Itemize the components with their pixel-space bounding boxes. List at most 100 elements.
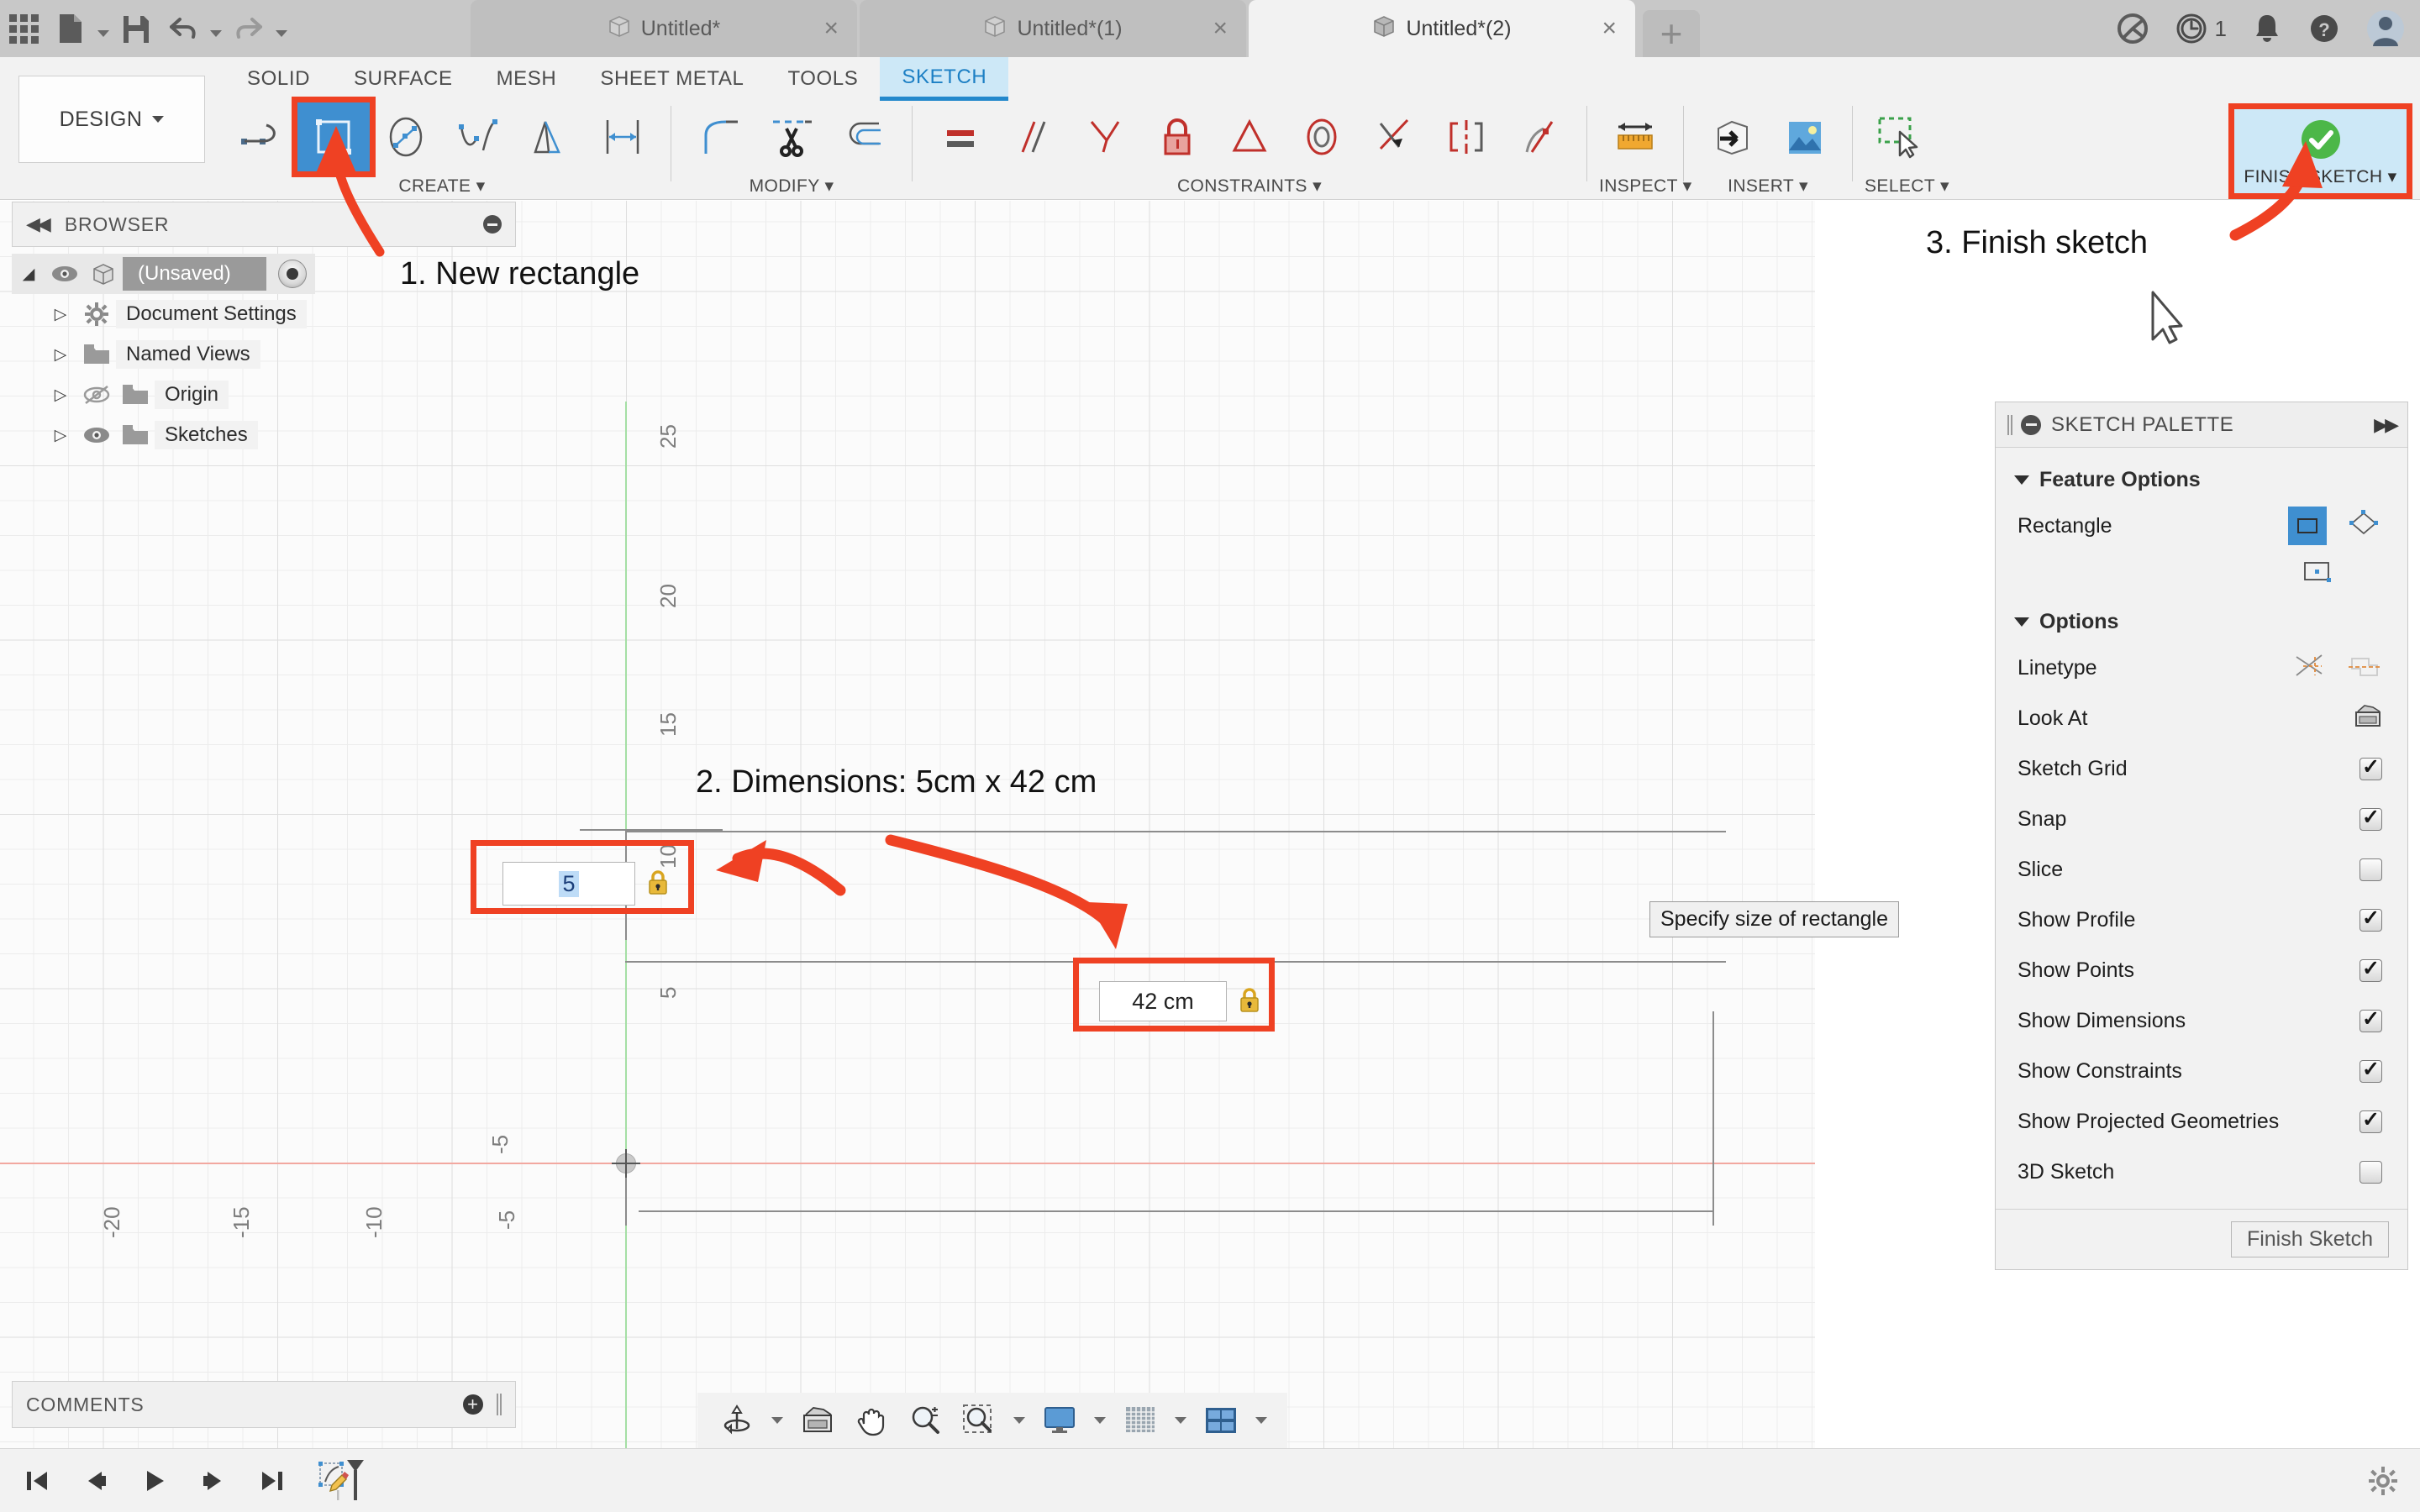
offset-tool[interactable] — [828, 102, 900, 171]
show-dimensions-checkbox[interactable] — [2360, 1009, 2382, 1032]
notifications-bell-icon[interactable] — [2252, 12, 2282, 45]
help-icon[interactable]: ? — [2307, 12, 2341, 45]
tree-item-origin[interactable]: ▷ Origin — [12, 375, 516, 415]
ribbon-group-constraints-label[interactable]: CONSTRAINTS ▾ — [924, 176, 1575, 197]
width-dimension-input[interactable]: 42 cm — [1099, 981, 1227, 1021]
step-back-icon[interactable] — [77, 1462, 114, 1499]
new-file-icon[interactable] — [47, 0, 94, 57]
tab-surface[interactable]: SURFACE — [332, 57, 475, 101]
polygon-tool[interactable] — [514, 102, 587, 171]
display-dropdown-caret[interactable] — [1089, 1396, 1111, 1445]
palette-expand-icon[interactable]: ▶▶ — [2374, 414, 2399, 436]
tree-item-named-views[interactable]: ▷ Named Views — [12, 334, 516, 375]
ribbon-group-modify-label[interactable]: MODIFY ▾ — [683, 176, 900, 197]
drag-grip-icon[interactable] — [2007, 414, 2012, 435]
orbit-dropdown-caret[interactable] — [766, 1396, 788, 1445]
dimension-tool[interactable] — [587, 102, 659, 171]
tangent-constraint[interactable] — [1213, 102, 1286, 171]
document-tab-1[interactable]: Untitled*(1) × — [860, 0, 1246, 57]
grid-snaps-icon[interactable] — [1116, 1396, 1165, 1445]
tree-item-unsaved[interactable]: ◢ (Unsaved) — [12, 254, 315, 294]
expand-arrow-icon[interactable]: ▷ — [44, 386, 77, 405]
display-settings-icon[interactable] — [1035, 1396, 1084, 1445]
width-dimension-field-group[interactable]: 42 cm — [1099, 981, 1262, 1021]
equal-constraint[interactable] — [924, 102, 997, 171]
orbit-icon[interactable] — [713, 1396, 761, 1445]
expand-arrow-icon[interactable]: ▷ — [44, 345, 77, 365]
lock-icon[interactable] — [645, 869, 671, 900]
rectangle-2point-icon[interactable] — [2288, 507, 2327, 545]
viewports-dropdown-caret[interactable] — [1250, 1396, 1272, 1445]
redo-icon[interactable] — [225, 0, 272, 57]
jump-to-end-icon[interactable] — [254, 1462, 291, 1499]
circle-tool[interactable] — [370, 102, 442, 171]
section-feature-options[interactable]: Feature Options — [1996, 456, 2407, 501]
look-at-icon[interactable] — [793, 1396, 842, 1445]
zoom-dropdown-caret[interactable] — [1008, 1396, 1030, 1445]
document-tab-2[interactable]: Untitled*(2) × — [1249, 0, 1635, 57]
step-forward-icon[interactable] — [195, 1462, 232, 1499]
insert-derive-tool[interactable] — [1696, 102, 1768, 171]
palette-finish-sketch-button[interactable]: Finish Sketch — [2230, 1221, 2389, 1257]
activate-component-radio[interactable] — [277, 260, 307, 288]
comments-resize-grip[interactable] — [497, 1394, 502, 1415]
extensions-icon[interactable] — [2116, 12, 2149, 45]
midpoint-constraint[interactable] — [1358, 102, 1430, 171]
rectangle-tool[interactable] — [292, 97, 376, 177]
jump-to-beginning-icon[interactable] — [18, 1462, 55, 1499]
viewports-icon[interactable] — [1197, 1396, 1245, 1445]
tab-tools[interactable]: TOOLS — [765, 57, 880, 101]
undo-dropdown-caret[interactable] — [207, 0, 225, 57]
save-icon[interactable] — [113, 0, 160, 57]
fix-lock-constraint[interactable] — [1141, 102, 1213, 171]
3d-sketch-checkbox[interactable] — [2360, 1160, 2382, 1184]
measure-tool[interactable] — [1599, 102, 1671, 171]
ribbon-group-create-label[interactable]: CREATE ▾ — [225, 176, 659, 197]
lock-icon[interactable] — [1237, 986, 1262, 1017]
grid-dropdown-caret[interactable] — [1170, 1396, 1192, 1445]
user-avatar-icon[interactable] — [2366, 9, 2405, 48]
sketch-timeline-item-icon[interactable] — [313, 1456, 371, 1506]
tab-sketch[interactable]: SKETCH — [880, 57, 1009, 101]
browser-minimize-icon[interactable] — [483, 215, 502, 234]
concentric-constraint[interactable] — [1286, 102, 1358, 171]
visibility-hidden-eye-icon[interactable] — [77, 385, 116, 405]
slice-checkbox[interactable] — [2360, 858, 2382, 881]
play-icon[interactable] — [136, 1462, 173, 1499]
tree-item-document-settings[interactable]: ▷ Document Settings — [12, 294, 516, 334]
construction-linetype-icon[interactable] — [2293, 652, 2328, 685]
gear-icon[interactable] — [2365, 1462, 2402, 1499]
tree-item-sketches[interactable]: ▷ Sketches — [12, 415, 516, 455]
tab-solid[interactable]: SOLID — [225, 57, 332, 101]
line-tool[interactable] — [225, 102, 297, 171]
visibility-eye-icon[interactable] — [77, 426, 116, 444]
close-icon[interactable]: × — [1602, 16, 1617, 41]
expand-arrow-icon[interactable]: ▷ — [44, 426, 77, 445]
design-workspace-menu[interactable]: DESIGN — [18, 76, 205, 163]
tab-sheet-metal[interactable]: SHEET METAL — [578, 57, 765, 101]
document-tab-0[interactable]: Untitled* × — [471, 0, 857, 57]
look-at-icon[interactable] — [2354, 704, 2382, 733]
height-dimension-input[interactable]: 5 — [502, 862, 635, 906]
finish-sketch-button[interactable]: FINISH SKETCH ▾ — [2228, 103, 2412, 199]
palette-minimize-icon[interactable] — [2021, 414, 2041, 435]
new-file-dropdown-caret[interactable] — [94, 0, 113, 57]
zoom-icon[interactable] — [901, 1396, 950, 1445]
sketch-grid-checkbox[interactable] — [2360, 757, 2382, 780]
visibility-eye-icon[interactable] — [45, 265, 84, 283]
fillet-tool[interactable] — [683, 102, 755, 171]
ribbon-group-select-label[interactable]: SELECT ▾ — [1865, 176, 1949, 197]
pan-hand-icon[interactable] — [847, 1396, 896, 1445]
rectangle-center-icon[interactable] — [2302, 559, 2335, 591]
centerline-linetype-icon[interactable] — [2347, 652, 2382, 685]
undo-icon[interactable] — [160, 0, 207, 57]
collapse-icon[interactable]: ◀◀ — [26, 213, 51, 235]
ribbon-group-insert-label[interactable]: INSERT ▾ — [1696, 176, 1840, 197]
new-tab-button[interactable]: + — [1643, 10, 1700, 57]
ribbon-group-inspect-label[interactable]: INSPECT ▾ — [1599, 176, 1691, 197]
expand-arrow-icon[interactable]: ◢ — [12, 265, 45, 284]
insert-image-tool[interactable] — [1768, 102, 1840, 171]
trim-tool[interactable] — [755, 102, 828, 171]
show-projected-geometries-checkbox[interactable] — [2360, 1110, 2382, 1133]
rectangle-3point-icon[interactable] — [2345, 507, 2382, 546]
